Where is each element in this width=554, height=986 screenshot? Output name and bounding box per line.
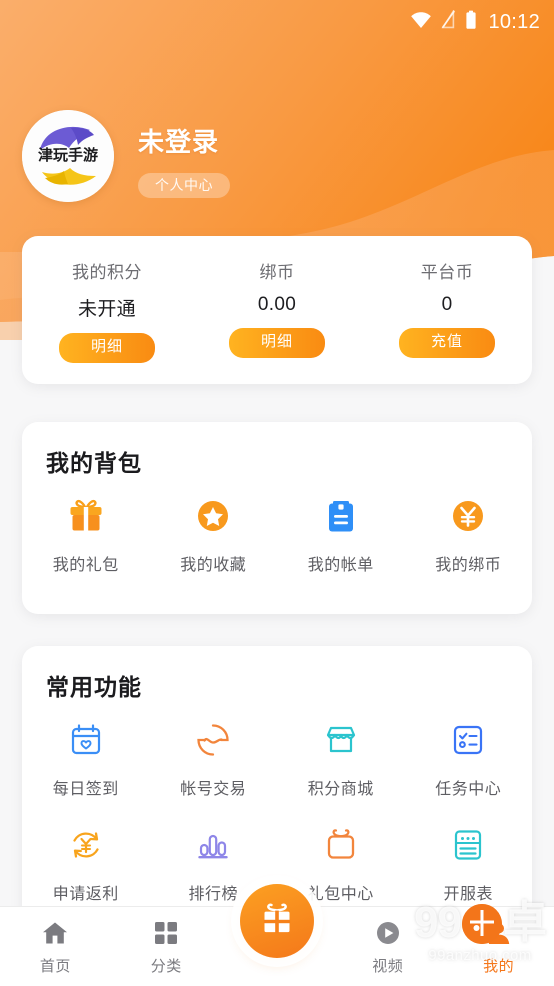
tab-video[interactable]: 视频 [332,907,443,986]
function-item-label: 每日签到 [52,781,119,798]
function-item-label: 任务中心 [435,781,502,798]
function-item-label: 申请返利 [52,886,119,903]
points-detail-button[interactable]: 明细 [59,333,155,363]
backpack-card: 我的背包 我的礼包 我的收藏 我的帐单 我的绑币 [22,422,532,614]
backpack-grid: 我的礼包 我的收藏 我的帐单 我的绑币 [22,478,532,575]
stat-col-platform-coin: 平台币 0 充值 [362,258,532,384]
function-item-daily-checkin[interactable]: 每日签到 [22,718,150,799]
function-item-rebate[interactable]: 申请返利 [22,823,150,904]
tab-label: 首页 [39,957,71,975]
yen-circle-icon [446,494,490,538]
exchange-circle-icon [191,718,235,762]
function-item-label: 礼包中心 [307,886,374,903]
backpack-item-favorites[interactable]: 我的收藏 [150,494,278,575]
function-item-label: 排行榜 [188,886,238,903]
stats-row: 我的积分 未开通 明细 绑币 0.00 明细 平台币 0 充值 [22,236,532,384]
app-root: 10:12 津玩手游 未登录 个人中心 我的积分 未开通 明细 绑币 0.00 … [0,0,554,986]
backpack-item-bills[interactable]: 我的帐单 [277,494,405,575]
function-item-label: 积分商城 [307,781,374,798]
grid-icon [151,918,181,948]
function-item-points-mall[interactable]: 积分商城 [277,718,405,799]
stat-label: 绑币 [259,263,295,282]
tab-label: 分类 [150,957,182,975]
profile-block: 津玩手游 未登录 个人中心 [22,110,230,202]
platform-coin-recharge-button[interactable]: 充值 [399,328,495,358]
backpack-item-gift[interactable]: 我的礼包 [22,494,150,575]
gift-outline-icon [319,823,363,867]
functions-grid-row-1: 每日签到 帐号交易 积分商城 任务中心 [22,702,532,799]
stat-col-bound-coin: 绑币 0.00 明细 [192,258,362,384]
bar-chart-icon [191,823,235,867]
server-list-icon [446,823,490,867]
stat-value: 0 [441,294,453,315]
function-item-account-trade[interactable]: 帐号交易 [150,718,278,799]
nickname: 未登录 [138,127,220,157]
stat-label: 平台币 [420,263,474,282]
calendar-heart-icon [64,718,108,762]
profile-text: 未登录 个人中心 [138,110,230,198]
battery-icon [465,10,477,35]
yen-refresh-icon [64,823,108,867]
star-circle-icon [191,494,235,538]
tab-categories[interactable]: 分类 [111,907,222,986]
gift-icon [257,899,297,944]
function-item-label: 开服表 [443,886,493,903]
tab-label: 视频 [372,957,404,975]
tab-label: 我的 [483,957,515,975]
functions-title: 常用功能 [46,674,142,700]
function-item-task-center[interactable]: 任务中心 [405,718,533,799]
shop-icon [319,718,363,762]
checklist-icon [446,718,490,762]
stat-value: 0.00 [257,294,297,315]
function-item-server-list[interactable]: 开服表 [405,823,533,904]
gift-box-icon [64,494,108,538]
stat-col-points: 我的积分 未开通 明细 [22,258,192,384]
clipboard-icon [319,494,363,538]
backpack-item-label: 我的绑币 [435,557,502,574]
avatar-logo-text: 津玩手游 [38,146,98,164]
stat-label: 我的积分 [72,263,142,282]
backpack-item-label: 我的收藏 [180,557,247,574]
backpack-item-label: 我的礼包 [52,557,119,574]
play-icon [373,918,403,948]
function-item-label: 帐号交易 [180,781,247,798]
backpack-item-coins[interactable]: 我的绑币 [405,494,533,575]
stat-value: 未开通 [78,299,136,320]
tab-home[interactable]: 首页 [0,907,111,986]
wifi-icon [410,11,432,34]
user-avatar[interactable]: 津玩手游 [22,110,114,202]
bound-coin-detail-button[interactable]: 明细 [229,328,325,358]
personal-center-button[interactable]: 个人中心 [138,173,230,198]
tab-mine[interactable]: 我的 [443,907,554,986]
status-bar: 10:12 [0,0,554,44]
status-bar-time: 10:12 [488,10,540,33]
gift-fab[interactable] [240,884,314,958]
backpack-title: 我的背包 [46,450,142,476]
backpack-item-label: 我的帐单 [307,557,374,574]
user-icon [484,918,514,948]
home-icon [40,918,70,948]
stats-card: 我的积分 未开通 明细 绑币 0.00 明细 平台币 0 充值 [22,236,532,384]
signal-off-icon [441,8,456,34]
